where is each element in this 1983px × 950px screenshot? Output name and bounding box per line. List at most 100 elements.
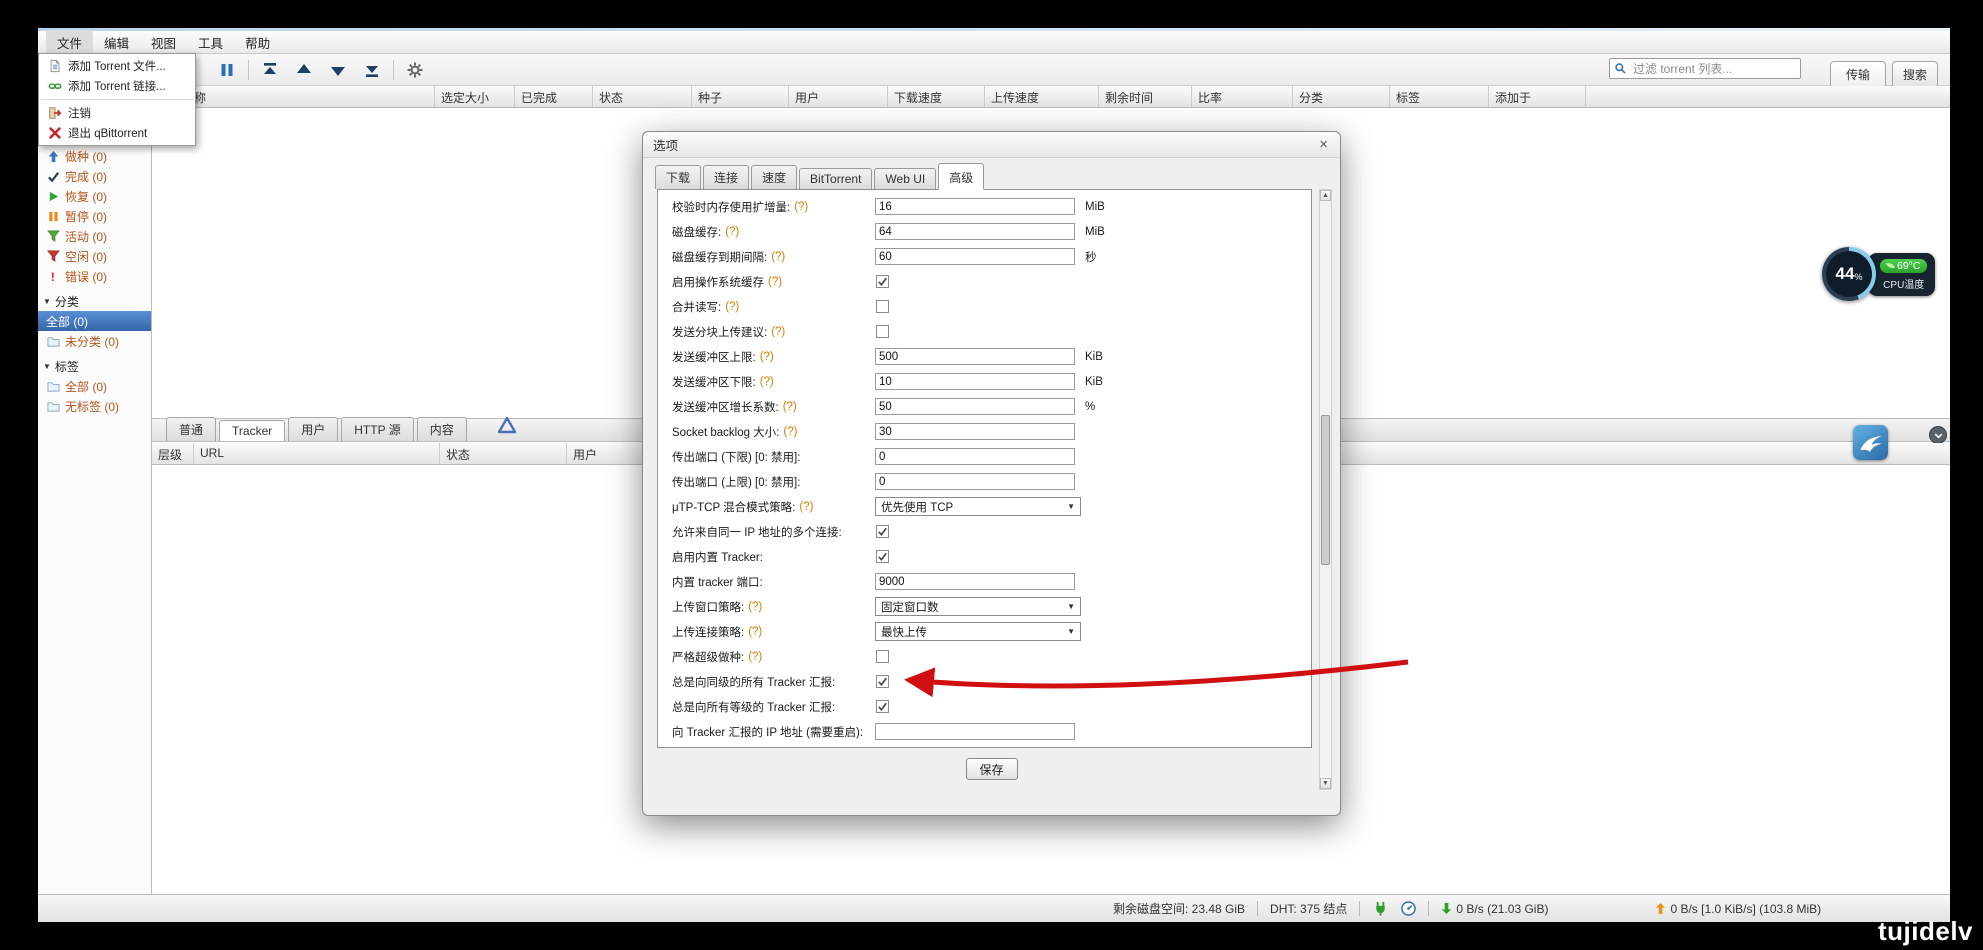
option-input-11[interactable] xyxy=(875,473,1075,490)
option-checkbox-14[interactable] xyxy=(876,550,889,563)
option-input-0[interactable] xyxy=(875,198,1075,215)
settings-button[interactable] xyxy=(404,59,426,81)
menubar-item-tools[interactable]: 工具 xyxy=(187,30,234,55)
column-header-added-on[interactable]: 添加于 xyxy=(1489,86,1586,107)
sidebar-tag-all[interactable]: 全部 (0) xyxy=(38,376,151,396)
option-input-2[interactable] xyxy=(875,248,1075,265)
options-tab-bittorrent[interactable]: BitTorrent xyxy=(799,168,872,189)
options-tab-webui[interactable]: Web UI xyxy=(874,168,936,189)
option-input-10[interactable] xyxy=(875,448,1075,465)
detail-tab-peers[interactable]: 用户 xyxy=(288,417,338,441)
option-select-17[interactable]: 最快上传▼ xyxy=(875,622,1081,641)
help-link[interactable]: (?) xyxy=(725,226,739,238)
tracker-column-tier[interactable]: 层级 xyxy=(152,443,194,464)
detail-tab-content[interactable]: 内容 xyxy=(417,417,467,441)
option-input-9[interactable] xyxy=(875,423,1075,440)
column-header-done[interactable]: 已完成 xyxy=(515,86,593,107)
sidebar-category-uncategorized[interactable]: 未分类 (0) xyxy=(38,331,151,351)
column-header-seeds[interactable]: 种子 xyxy=(692,86,789,107)
dialog-scrollbar[interactable]: ▲ ▼ xyxy=(1319,189,1332,790)
options-tab-speed[interactable]: 速度 xyxy=(751,165,797,189)
help-link[interactable]: (?) xyxy=(783,401,797,413)
sidebar-filter-completed[interactable]: 完成 (0) xyxy=(38,166,151,186)
scroll-down-arrow-icon[interactable]: ▼ xyxy=(1320,778,1331,789)
categories-header[interactable]: ▼分类 xyxy=(38,291,151,311)
column-header-eta[interactable]: 剩余时间 xyxy=(1099,86,1192,107)
detail-tab-http-sources[interactable]: HTTP 源 xyxy=(341,417,413,441)
help-link[interactable]: (?) xyxy=(783,426,797,438)
tracker-column-url[interactable]: URL xyxy=(194,443,440,464)
sidebar-filter-errored[interactable]: !错误 (0) xyxy=(38,266,151,286)
dialog-close-button[interactable]: × xyxy=(1317,137,1330,152)
move-top-button[interactable] xyxy=(259,59,281,81)
sidebar-filter-paused[interactable]: 暂停 (0) xyxy=(38,206,151,226)
detail-tab-trackers[interactable]: Tracker xyxy=(219,420,285,441)
menubar-item-help[interactable]: 帮助 xyxy=(234,30,281,55)
option-checkbox-13[interactable] xyxy=(876,525,889,538)
options-tab-advanced[interactable]: 高级 xyxy=(938,163,984,190)
torrent-filter-input[interactable] xyxy=(1631,61,1796,77)
help-link[interactable]: (?) xyxy=(794,201,808,213)
column-header-ratio[interactable]: 比率 xyxy=(1192,86,1293,107)
option-select-12[interactable]: 优先使用 TCP▼ xyxy=(875,497,1081,516)
option-checkbox-4[interactable] xyxy=(876,300,889,313)
tags-header[interactable]: ▼标签 xyxy=(38,356,151,376)
help-link[interactable]: (?) xyxy=(799,501,813,513)
column-header-tags[interactable]: 标签 xyxy=(1390,86,1489,107)
thunder-extension-icon[interactable] xyxy=(1853,425,1888,460)
sidebar-filter-resumed[interactable]: 恢复 (0) xyxy=(38,186,151,206)
help-link[interactable]: (?) xyxy=(760,351,774,363)
menu-item-logout[interactable]: 注销 xyxy=(39,103,195,123)
menu-item-add-torrent-link[interactable]: 添加 Torrent 链接... xyxy=(39,76,195,96)
detail-tab-general[interactable]: 普通 xyxy=(166,417,216,441)
menubar-item-file[interactable]: 文件 xyxy=(46,30,93,55)
scrollbar-thumb[interactable] xyxy=(1321,415,1330,565)
option-input-6[interactable] xyxy=(875,348,1075,365)
menu-item-exit[interactable]: 退出 qBittorrent xyxy=(39,123,195,143)
help-link[interactable]: (?) xyxy=(725,301,739,313)
option-input-1[interactable] xyxy=(875,223,1075,240)
sidebar-filter-inactive[interactable]: 空闲 (0) xyxy=(38,246,151,266)
column-header-peers[interactable]: 用户 xyxy=(789,86,888,107)
option-checkbox-5[interactable] xyxy=(876,325,889,338)
option-input-21[interactable] xyxy=(875,723,1075,740)
sidebar-tag-untagged[interactable]: 无标签 (0) xyxy=(38,396,151,416)
scroll-up-arrow-icon[interactable]: ▲ xyxy=(1320,190,1331,201)
speed-limits-icon[interactable] xyxy=(1400,901,1416,917)
option-input-15[interactable] xyxy=(875,573,1075,590)
option-input-7[interactable] xyxy=(875,373,1075,390)
option-checkbox-20[interactable] xyxy=(876,700,889,713)
pause-button[interactable] xyxy=(216,59,238,81)
sidebar-category-all[interactable]: 全部 (0) xyxy=(38,311,151,331)
column-header-size[interactable]: 选定大小 xyxy=(435,86,515,107)
menubar-item-edit[interactable]: 编辑 xyxy=(93,30,140,55)
help-link[interactable]: (?) xyxy=(768,276,782,288)
column-header-status[interactable]: 状态 xyxy=(593,86,692,107)
help-link[interactable]: (?) xyxy=(771,326,785,338)
help-link[interactable]: (?) xyxy=(760,376,774,388)
tab-search[interactable]: 搜索 xyxy=(1892,61,1938,86)
option-checkbox-3[interactable] xyxy=(876,275,889,288)
help-link[interactable]: (?) xyxy=(771,251,785,263)
move-bottom-button[interactable] xyxy=(361,59,383,81)
column-header-up-speed[interactable]: 上传速度 xyxy=(985,86,1099,107)
menubar-item-view[interactable]: 视图 xyxy=(140,30,187,55)
tab-transfers[interactable]: 传输 xyxy=(1830,61,1886,86)
sidebar-filter-active[interactable]: 活动 (0) xyxy=(38,226,151,246)
option-select-16[interactable]: 固定窗口数▼ xyxy=(875,597,1081,616)
options-tab-connection[interactable]: 连接 xyxy=(703,165,749,189)
save-button[interactable]: 保存 xyxy=(965,758,1017,780)
help-link[interactable]: (?) xyxy=(748,651,762,663)
menu-item-add-torrent-file[interactable]: 添加 Torrent 文件... xyxy=(39,56,195,76)
option-checkbox-19[interactable] xyxy=(876,675,889,688)
collapse-panel-button[interactable] xyxy=(1929,426,1947,444)
column-header-down-speed[interactable]: 下载速度 xyxy=(888,86,985,107)
help-link[interactable]: (?) xyxy=(748,601,762,613)
move-up-button[interactable] xyxy=(293,59,315,81)
tracker-column-status[interactable]: 状态 xyxy=(440,443,567,464)
help-link[interactable]: (?) xyxy=(748,626,762,638)
option-checkbox-18[interactable] xyxy=(876,650,889,663)
option-input-8[interactable] xyxy=(875,398,1075,415)
options-tab-downloads[interactable]: 下载 xyxy=(655,165,701,189)
sidebar-filter-seeding[interactable]: 做种 (0) xyxy=(38,146,151,166)
